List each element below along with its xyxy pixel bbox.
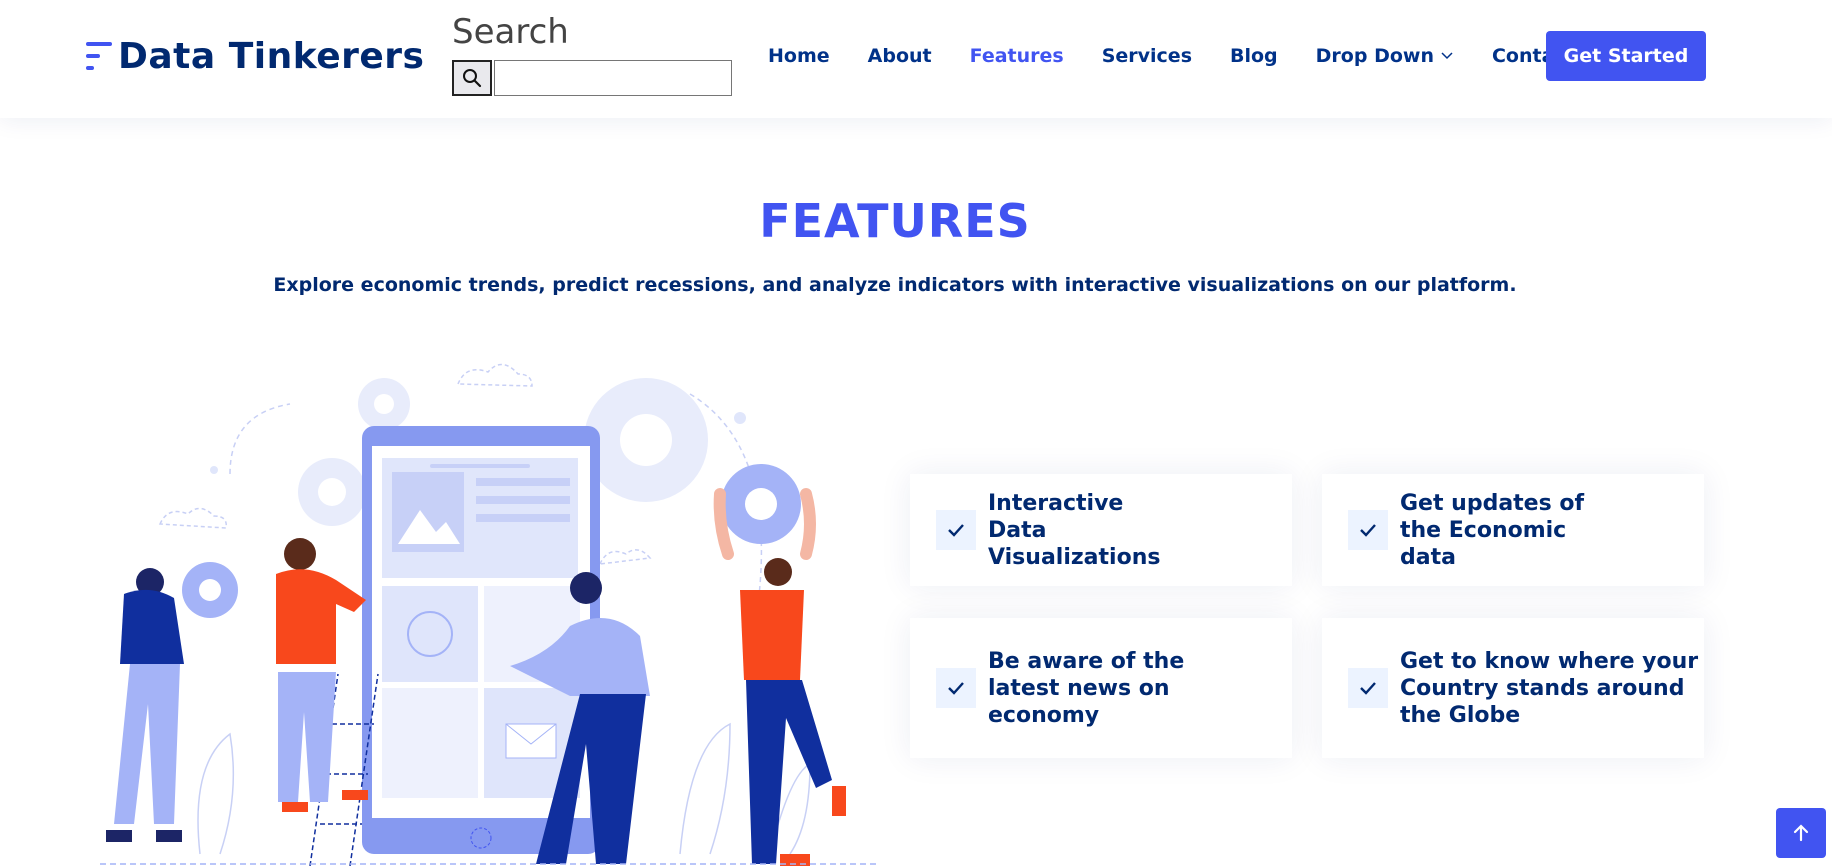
nav-features[interactable]: Features — [970, 45, 1064, 67]
nav-home[interactable]: Home — [768, 45, 830, 67]
search-area: Search — [452, 12, 732, 96]
features-title: FEATURES — [759, 194, 1031, 248]
search-title: Search — [452, 12, 569, 52]
feature-card: Get updates of the Economic data — [1322, 474, 1704, 586]
feature-text: Get updates of the Economic data — [1400, 490, 1585, 570]
features-illustration — [100, 363, 880, 866]
person-illustration — [276, 538, 368, 812]
logo-icon — [84, 38, 112, 74]
check-icon — [1348, 510, 1388, 550]
nav-about[interactable]: About — [868, 45, 932, 67]
feature-text: Interactive Data Visualizations — [988, 490, 1161, 570]
person-illustration — [106, 562, 238, 842]
feature-text: Get to know where your Country stands ar… — [1400, 648, 1699, 728]
gear-large-icon — [584, 378, 708, 502]
feature-card: Interactive Data Visualizations — [910, 474, 1292, 586]
nav-dropdown-label: Drop Down — [1315, 45, 1434, 67]
site-header: Data Tinkerers Search Home About Feature… — [0, 0, 1832, 118]
brand-name: Data Tinkerers — [118, 35, 425, 77]
arrow-up-icon — [1793, 824, 1809, 842]
features-subtitle: Explore economic trends, predict recessi… — [273, 274, 1517, 296]
check-icon — [1348, 668, 1388, 708]
person-illustration — [713, 464, 846, 866]
main-nav: Home About Features Services Blog Drop D… — [768, 43, 1613, 69]
search-button[interactable] — [452, 60, 492, 96]
brand-logo[interactable]: Data Tinkerers — [84, 35, 425, 77]
search-input[interactable] — [494, 60, 732, 96]
nav-blog[interactable]: Blog — [1230, 45, 1278, 67]
check-icon — [936, 668, 976, 708]
feature-text: Be aware of the latest news on economy — [988, 648, 1185, 728]
feature-card: Get to know where your Country stands ar… — [1322, 618, 1704, 758]
check-icon — [936, 510, 976, 550]
get-started-button[interactable]: Get Started — [1546, 31, 1706, 81]
search-icon — [463, 69, 482, 88]
back-to-top-button[interactable] — [1776, 808, 1826, 858]
nav-services[interactable]: Services — [1102, 45, 1192, 67]
nav-dropdown[interactable]: Drop Down — [1316, 45, 1454, 67]
feature-card: Be aware of the latest news on economy — [910, 618, 1292, 758]
chevron-down-icon — [1441, 52, 1453, 60]
